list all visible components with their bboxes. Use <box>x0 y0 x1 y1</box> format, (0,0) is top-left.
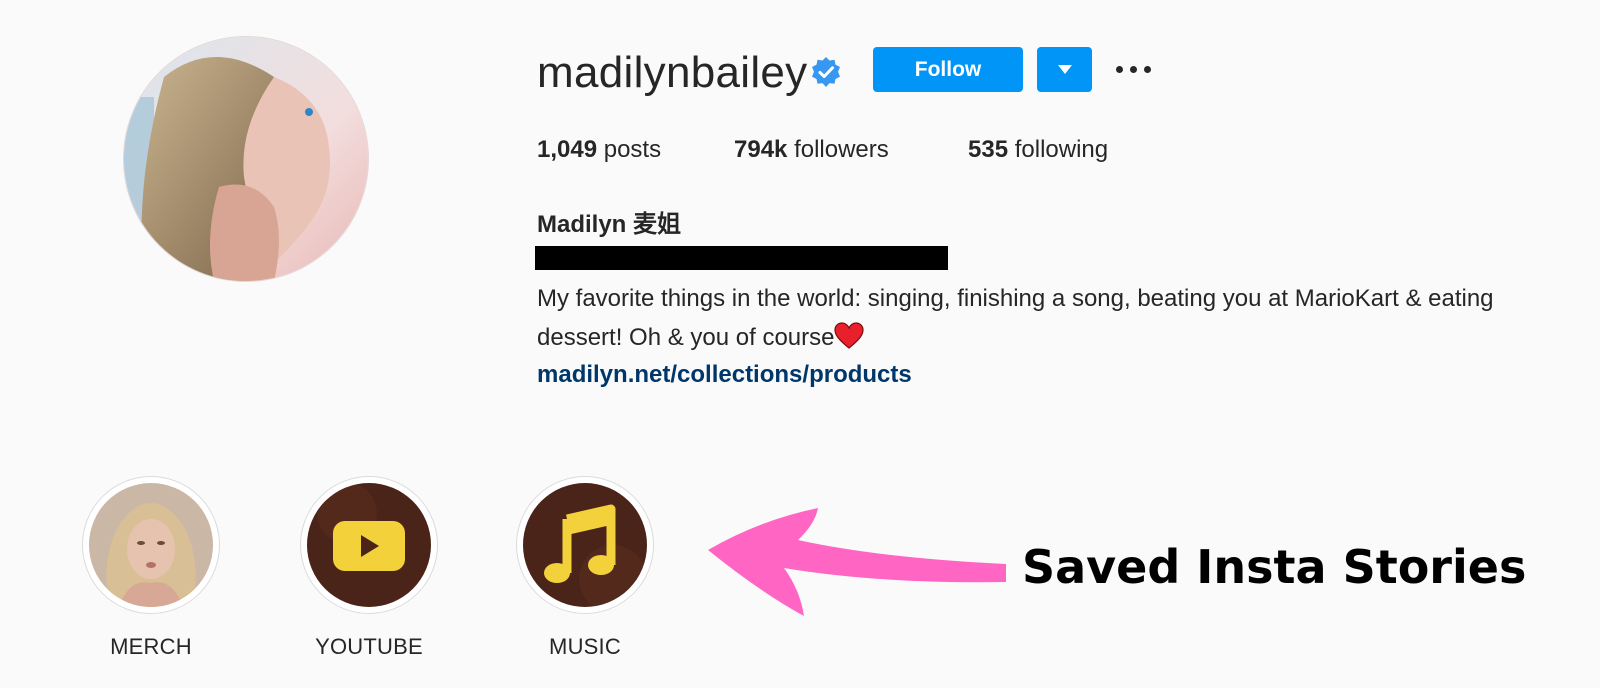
follow-button[interactable]: Follow <box>873 47 1023 92</box>
following-stat[interactable]: 535 following <box>968 136 1108 164</box>
following-count: 535 <box>968 136 1009 163</box>
posts-label: posts <box>603 136 662 163</box>
redacted-bar <box>535 246 948 270</box>
heart-icon <box>834 322 865 349</box>
highlight-cover-youtube <box>307 483 431 607</box>
highlight-cover-merch <box>89 483 213 607</box>
suggested-accounts-dropdown-button[interactable] <box>1037 47 1092 92</box>
annotation-arrow <box>708 508 1006 616</box>
posts-stat[interactable]: 1,049 posts <box>537 136 661 164</box>
highlight-youtube[interactable]: YOUTUBE <box>299 476 439 660</box>
chevron-down-icon <box>1058 65 1072 74</box>
highlight-ring <box>82 476 220 614</box>
merch-cover-photo <box>89 483 213 607</box>
posts-count: 1,049 <box>537 136 598 163</box>
verified-badge-icon <box>812 57 840 87</box>
highlight-music[interactable]: MUSIC <box>515 476 655 660</box>
highlight-label: MERCH <box>110 634 192 659</box>
bio-text: My favorite things in the world: singing… <box>537 285 1494 351</box>
followers-label: followers <box>794 136 889 163</box>
followers-count: 794k <box>734 136 788 163</box>
more-options-icon[interactable] <box>1112 58 1156 82</box>
highlight-ring <box>300 476 438 614</box>
following-label: following <box>1014 136 1109 163</box>
profile-full-name: Madilyn 麦姐 <box>537 211 682 238</box>
highlight-label: MUSIC <box>549 634 621 659</box>
highlight-label: YOUTUBE <box>315 634 423 659</box>
youtube-play-icon <box>307 483 431 607</box>
profile-username: madilynbailey <box>537 48 808 97</box>
followers-stat[interactable]: 794k followers <box>734 136 889 164</box>
profile-avatar[interactable] <box>124 37 368 281</box>
highlight-cover-music <box>523 483 647 607</box>
profile-website-link[interactable]: madilyn.net/collections/products <box>537 361 912 389</box>
profile-bio: My favorite things in the world: singing… <box>537 279 1577 357</box>
annotation-text: Saved Insta Stories <box>1022 540 1527 594</box>
highlight-merch[interactable]: MERCH <box>81 476 221 660</box>
avatar-photo <box>124 37 368 281</box>
highlight-ring <box>516 476 654 614</box>
music-note-icon <box>523 483 647 607</box>
